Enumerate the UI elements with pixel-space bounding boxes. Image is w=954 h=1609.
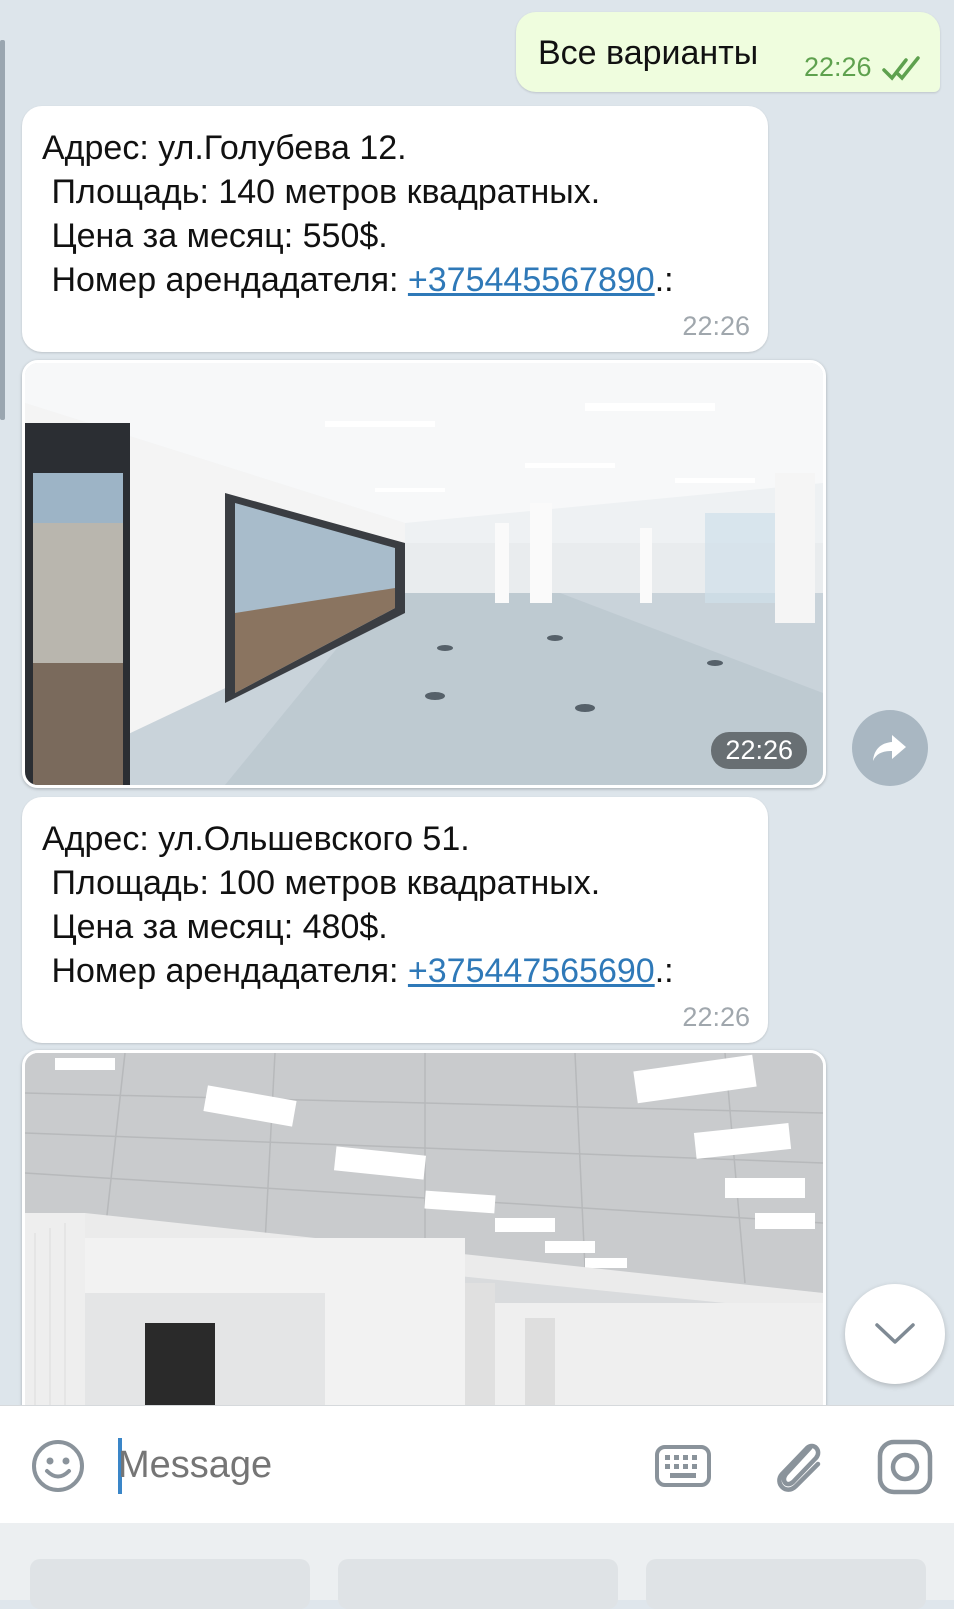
listing-address: Адрес: ул.Голубева 12.	[42, 129, 407, 167]
message-time: 22:26	[804, 52, 872, 82]
message-time: 22:26	[682, 1002, 750, 1032]
hall-photo	[25, 1053, 823, 1405]
listing-price: Цена за месяц: 550$.	[42, 217, 388, 255]
phone-link[interactable]: +375445567890	[408, 261, 655, 299]
owner-suffix: .:	[654, 952, 674, 990]
listing-text: Адрес: ул.Голубева 12. Площадь: 140 метр…	[42, 126, 674, 302]
camera-icon[interactable]	[876, 1438, 934, 1496]
chat-area[interactable]: Все варианты 22:26 Адрес: ул.Голубева 12…	[0, 0, 954, 1405]
double-check-icon	[882, 56, 920, 81]
scroll-down-button[interactable]	[845, 1284, 945, 1384]
scroll-indicator	[0, 40, 5, 420]
listing-owner: Номер арендадателя: +375445567890.:	[42, 258, 674, 302]
listing-photo[interactable]	[22, 1050, 826, 1405]
outgoing-message-text: Все варианты	[538, 34, 759, 72]
outgoing-message[interactable]: Все варианты 22:26	[516, 12, 940, 92]
listing-message[interactable]: Адрес: ул.Ольшевского 51. Площадь: 100 м…	[22, 797, 768, 1043]
message-input[interactable]	[118, 1444, 618, 1487]
owner-label: Номер арендадателя:	[42, 952, 408, 990]
suggestion-key[interactable]	[30, 1559, 310, 1609]
listing-price: Цена за месяц: 480$.	[42, 908, 388, 946]
message-composer	[0, 1405, 954, 1524]
suggestion-key[interactable]	[646, 1559, 926, 1609]
suggestion-key[interactable]	[338, 1559, 618, 1609]
chevron-down-icon	[875, 1323, 915, 1344]
listing-area: Площадь: 100 метров квадратных.	[42, 864, 601, 902]
phone-link[interactable]: +375447565690	[408, 952, 655, 990]
listing-area: Площадь: 140 метров квадратных.	[42, 173, 601, 211]
paperclip-icon[interactable]	[770, 1434, 826, 1496]
owner-label: Номер арендадателя:	[42, 261, 408, 299]
owner-suffix: .:	[654, 261, 674, 299]
listing-photo[interactable]: 22:26	[22, 360, 826, 788]
share-button[interactable]	[852, 710, 928, 786]
keyboard-icon[interactable]	[654, 1442, 712, 1492]
listing-text: Адрес: ул.Ольшевского 51. Площадь: 100 м…	[42, 817, 674, 993]
listing-message[interactable]: Адрес: ул.Голубева 12. Площадь: 140 метр…	[22, 106, 768, 352]
share-arrow-icon	[873, 735, 906, 761]
keyboard-suggestions	[0, 1523, 954, 1609]
listing-owner: Номер арендадателя: +375447565690.:	[42, 949, 674, 993]
message-time: 22:26	[682, 311, 750, 341]
smile-icon[interactable]	[30, 1438, 86, 1494]
photo-time: 22:26	[711, 732, 807, 769]
listing-address: Адрес: ул.Ольшевского 51.	[42, 820, 470, 858]
office-photo	[25, 363, 823, 785]
